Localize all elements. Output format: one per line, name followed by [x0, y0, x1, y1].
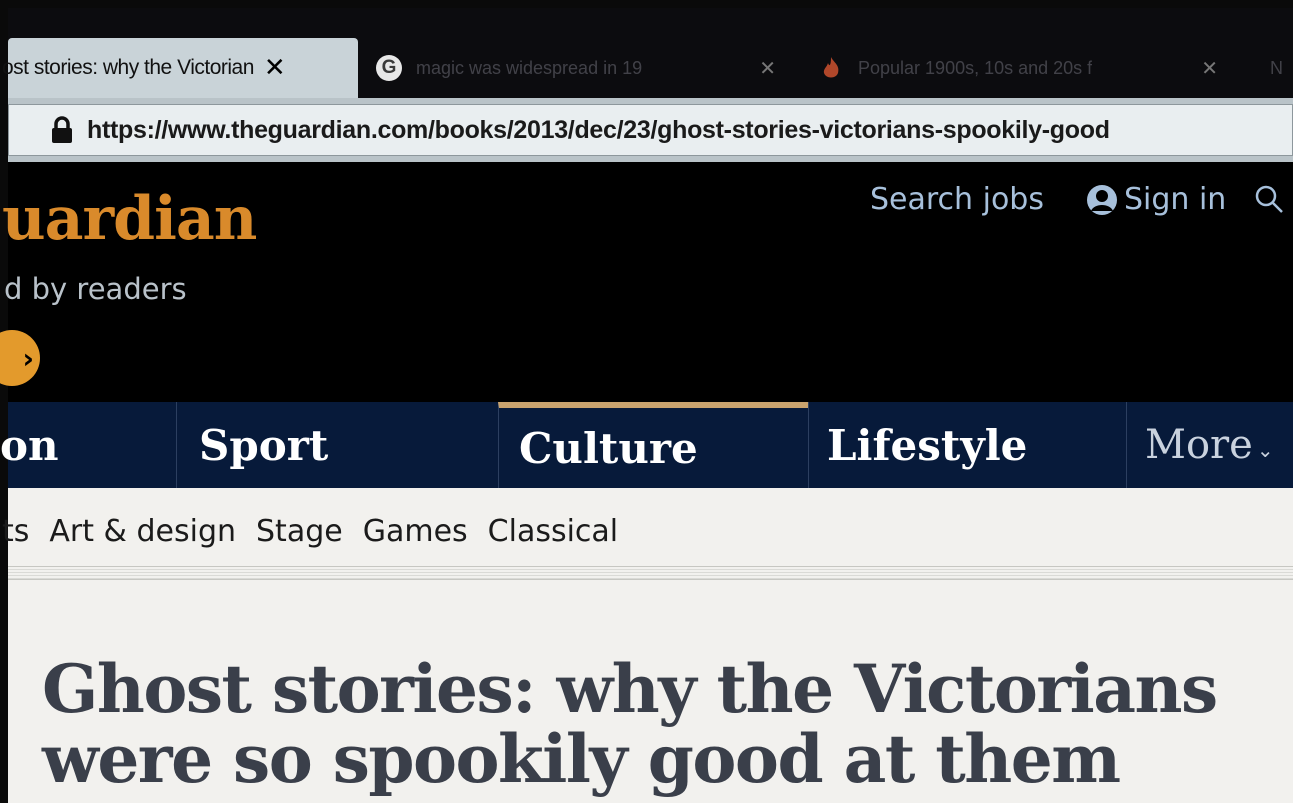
tab-title: ost stories: why the Victorian: [2, 56, 254, 79]
sub-nav-item-games[interactable]: Games: [363, 514, 468, 549]
nav-item-culture[interactable]: Culture: [498, 402, 808, 488]
close-icon[interactable]: ✕: [1201, 56, 1218, 80]
fire-icon: [823, 57, 839, 78]
guardian-logo[interactable]: uardian: [2, 184, 257, 254]
tagline: d by readers: [4, 272, 187, 306]
nav-item-lifestyle[interactable]: Lifestyle: [808, 402, 1126, 488]
sign-in-label: Sign in: [1124, 182, 1227, 217]
tab-magic-search[interactable]: G magic was widespread in 19 ✕: [376, 38, 806, 98]
sub-nav: ts Art & design Stage Games Classical: [2, 514, 618, 549]
tab-title: Popular 1900s, 10s and 20s f: [858, 57, 1093, 78]
arrow-right-icon: ›: [22, 341, 34, 375]
close-icon[interactable]: ✕: [264, 53, 286, 83]
chevron-down-icon: ⌄: [1256, 438, 1274, 462]
sub-nav-item-stage[interactable]: Stage: [256, 514, 343, 549]
tab-title: N: [1270, 57, 1283, 78]
google-icon: G: [376, 55, 402, 81]
url-text: https://www.theguardian.com/books/2013/d…: [87, 115, 1110, 144]
nav-item-sport[interactable]: Sport: [176, 402, 498, 488]
sign-in-link[interactable]: Sign in: [1086, 182, 1226, 217]
sub-nav-item-art-design[interactable]: Art & design: [49, 514, 236, 549]
user-icon: [1087, 184, 1117, 215]
support-arrow-button[interactable]: ›: [0, 330, 40, 386]
nav-item-opinion[interactable]: on: [0, 402, 170, 488]
more-label: More: [1145, 422, 1253, 468]
divider: [8, 566, 1293, 580]
content-area: ts Art & design Stage Games Classical Gh…: [2, 488, 1293, 803]
article-headline: Ghost stories: why the Victorians were s…: [42, 650, 1218, 799]
tab-popular-1900s[interactable]: Popular 1900s, 10s and 20s f ✕: [818, 38, 1248, 98]
search-icon[interactable]: [1254, 184, 1284, 214]
nav-item-more[interactable]: More ⌄: [1126, 402, 1293, 488]
tab-ghost-stories[interactable]: ost stories: why the Victorian ✕: [2, 38, 358, 98]
site-header: uardian d by readers › Search jobs Sign …: [0, 162, 1293, 402]
sub-nav-item-books[interactable]: ts: [2, 514, 29, 549]
main-nav: on Sport Culture Lifestyle More ⌄: [0, 402, 1293, 488]
lock-icon: [52, 116, 72, 143]
url-field[interactable]: https://www.theguardian.com/books/2013/d…: [8, 104, 1293, 156]
browser-tab-bar: ost stories: why the Victorian ✕ G magic…: [2, 8, 1293, 98]
tab-partial[interactable]: N: [1270, 38, 1293, 98]
address-bar: https://www.theguardian.com/books/2013/d…: [8, 98, 1293, 162]
tab-title: magic was widespread in 19: [416, 57, 643, 78]
close-icon[interactable]: ✕: [759, 56, 776, 80]
search-jobs-link[interactable]: Search jobs: [870, 182, 1044, 217]
sub-nav-item-classical[interactable]: Classical: [488, 514, 618, 549]
